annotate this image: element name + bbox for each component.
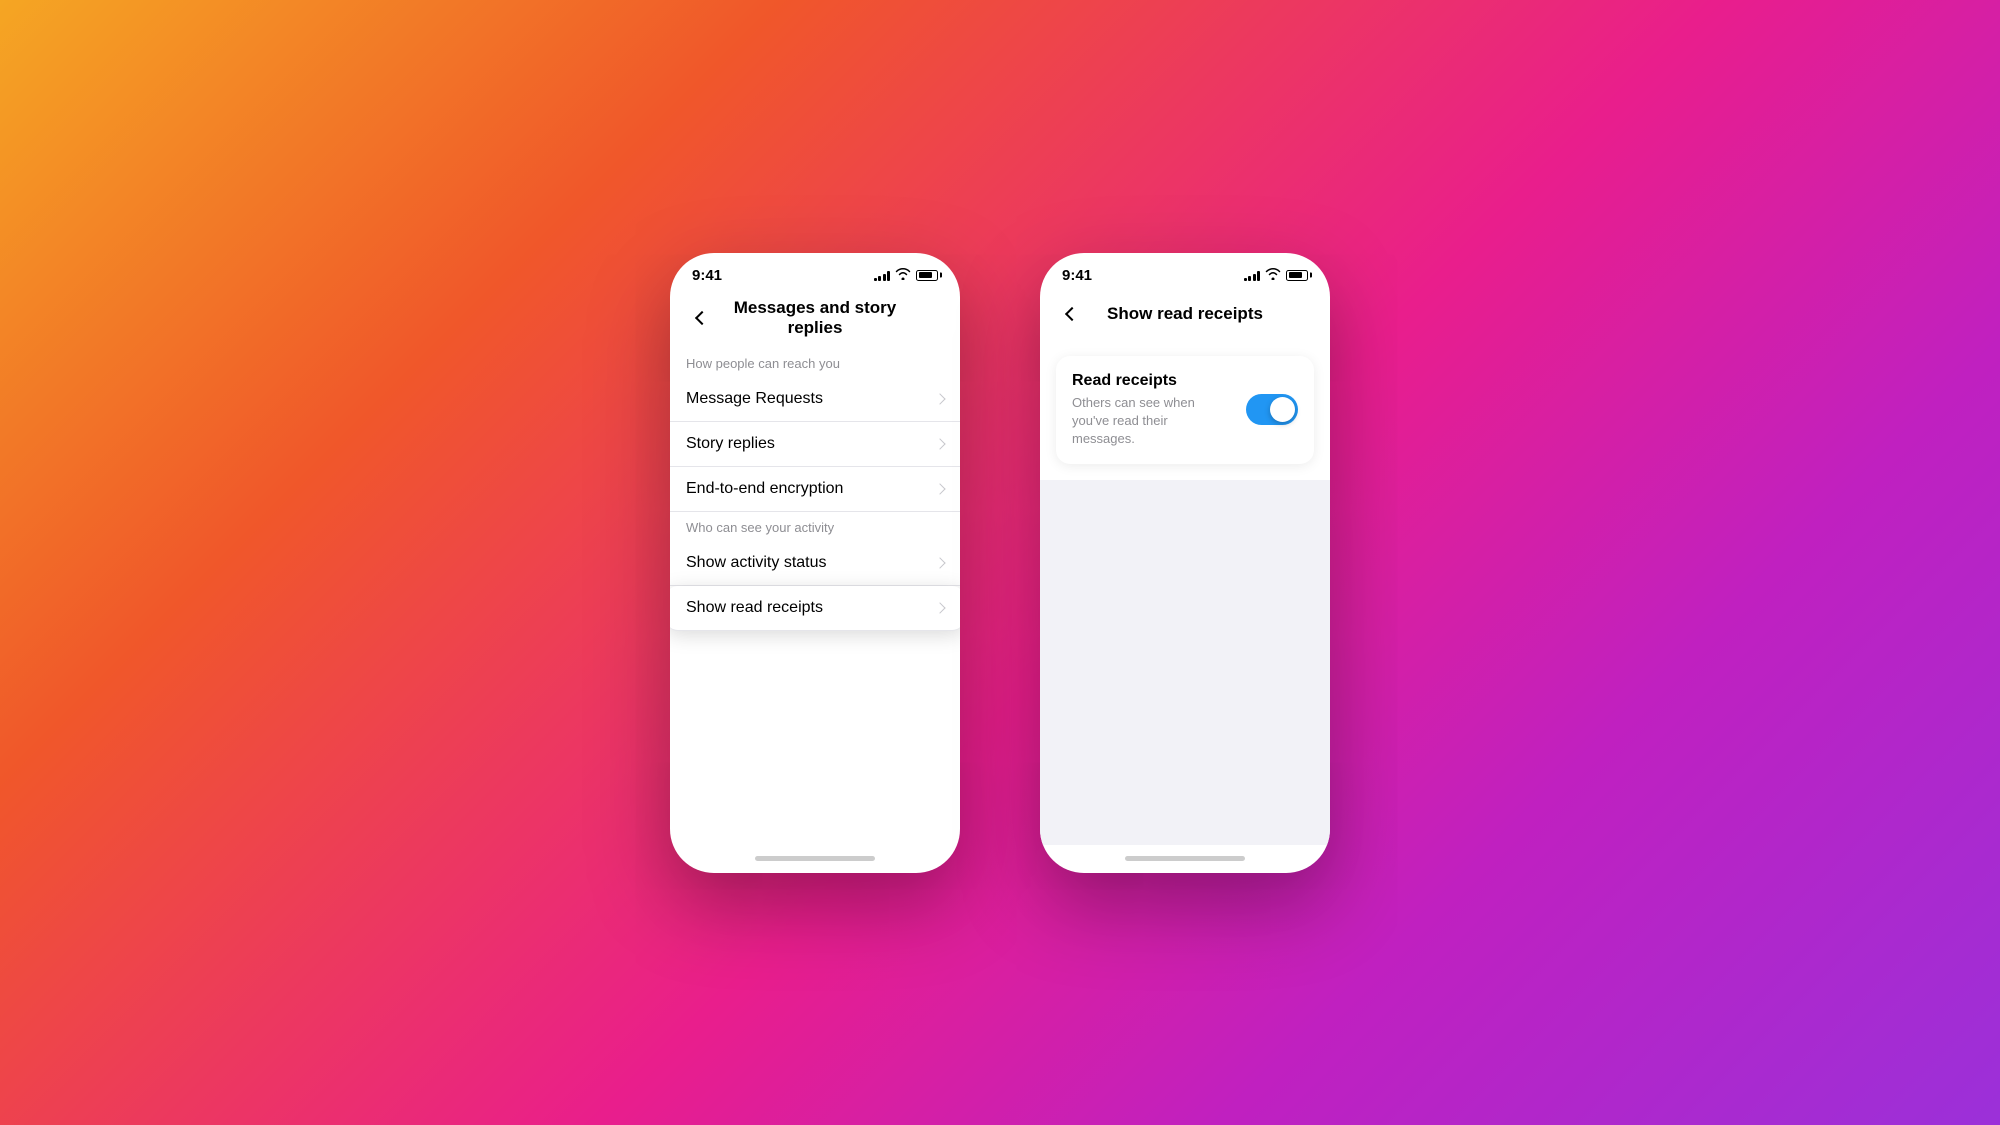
status-bar-2: 9:41 [1040,253,1330,292]
home-bar [755,856,875,861]
signal-icon-2 [1244,269,1261,281]
read-receipts-info: Read receipts Others can see when you've… [1072,372,1234,449]
home-indicator-1 [670,845,960,873]
menu-item-message-requests[interactable]: Message Requests [670,377,960,422]
nav-bar-1: Messages and story replies [670,292,960,348]
menu-item-activity-status[interactable]: Show activity status [670,541,960,586]
battery-icon [916,270,938,281]
section-header-reach: How people can reach you [670,348,960,377]
read-receipts-toggle[interactable] [1246,394,1298,425]
menu-item-label-activity-status: Show activity status [686,554,827,572]
content-area-2 [1040,480,1330,844]
nav-bar-2: Show read receipts [1040,292,1330,340]
status-time-1: 9:41 [692,267,722,284]
menu-item-e2e-encryption[interactable]: End-to-end encryption [670,467,960,512]
read-receipts-description: Others can see when you've read their me… [1072,394,1234,449]
status-bar-1: 9:41 [670,253,960,292]
chevron-right-icon [934,557,945,568]
chevron-right-icon [934,602,945,613]
back-button-2[interactable] [1056,298,1088,330]
status-icons-1 [874,268,939,283]
battery-icon-2 [1286,270,1308,281]
content-1: How people can reach you Message Request… [670,348,960,845]
home-bar-2 [1125,856,1245,861]
phone-2: 9:41 Show read receip [1040,253,1330,873]
chevron-right-icon [934,393,945,404]
read-receipts-title: Read receipts [1072,372,1234,390]
back-button-1[interactable] [686,302,718,334]
wifi-icon [895,268,911,283]
chevron-right-icon [934,483,945,494]
menu-item-show-read-receipts[interactable]: Show read receipts [670,586,960,631]
home-indicator-2 [1040,845,1330,873]
nav-title-1: Messages and story replies [718,298,912,338]
menu-item-label-message-requests: Message Requests [686,390,823,408]
chevron-right-icon [934,438,945,449]
back-chevron-icon [695,310,709,324]
section-header-activity: Who can see your activity [670,512,960,541]
read-receipts-card: Read receipts Others can see when you've… [1056,356,1314,465]
menu-item-label-e2e: End-to-end encryption [686,480,843,498]
status-time-2: 9:41 [1062,267,1092,284]
menu-item-label-read-receipts: Show read receipts [686,599,823,617]
wifi-icon-2 [1265,268,1281,283]
signal-icon [874,269,891,281]
menu-item-story-replies[interactable]: Story replies [670,422,960,467]
status-icons-2 [1244,268,1309,283]
toggle-knob [1270,397,1295,422]
nav-title-2: Show read receipts [1088,304,1282,324]
back-chevron-icon-2 [1065,306,1079,320]
menu-item-label-story-replies: Story replies [686,435,775,453]
phone-1: 9:41 Messages and sto [670,253,960,873]
